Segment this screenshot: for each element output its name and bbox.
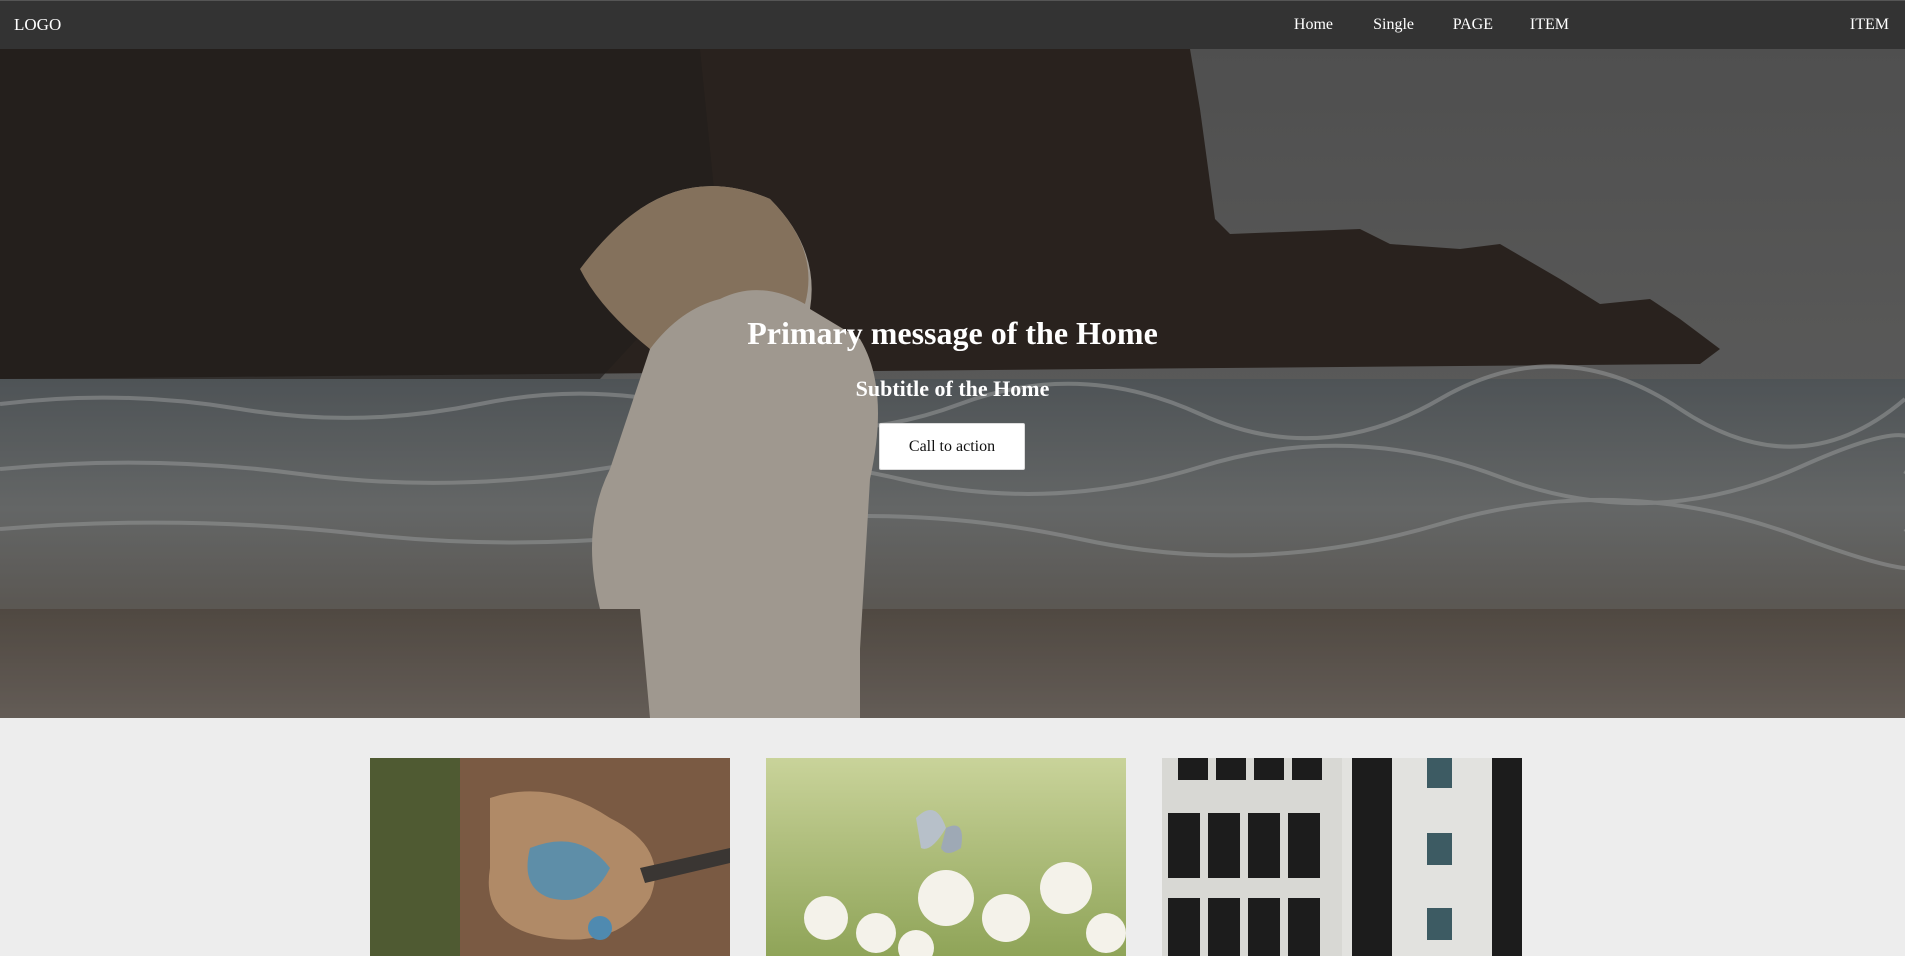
aerial-landscape-image bbox=[370, 758, 730, 956]
hero-section: Primary message of the Home Subtitle of … bbox=[0, 49, 1905, 718]
nav-item-item-1[interactable]: ITEM bbox=[1530, 16, 1569, 34]
nav-item-home[interactable]: Home bbox=[1294, 16, 1333, 34]
card-image-building[interactable] bbox=[1162, 758, 1522, 956]
call-to-action-button[interactable]: Call to action bbox=[879, 423, 1025, 470]
card-image-butterfly[interactable] bbox=[766, 758, 1126, 956]
nav-item-item-2[interactable]: ITEM bbox=[1850, 16, 1889, 34]
hero-subtitle: Subtitle of the Home bbox=[855, 376, 1050, 401]
card-image-aerial[interactable] bbox=[370, 758, 730, 956]
city-building-image bbox=[1162, 758, 1522, 956]
nav-item-single[interactable]: Single bbox=[1373, 16, 1414, 34]
butterfly-flowers-image bbox=[766, 758, 1126, 956]
logo-link[interactable]: LOGO bbox=[14, 15, 61, 35]
hero-title: Primary message of the Home bbox=[747, 315, 1158, 351]
top-navbar: LOGO Home Single PAGE ITEM ITEM bbox=[0, 0, 1905, 49]
nav-item-page[interactable]: PAGE bbox=[1453, 16, 1493, 34]
